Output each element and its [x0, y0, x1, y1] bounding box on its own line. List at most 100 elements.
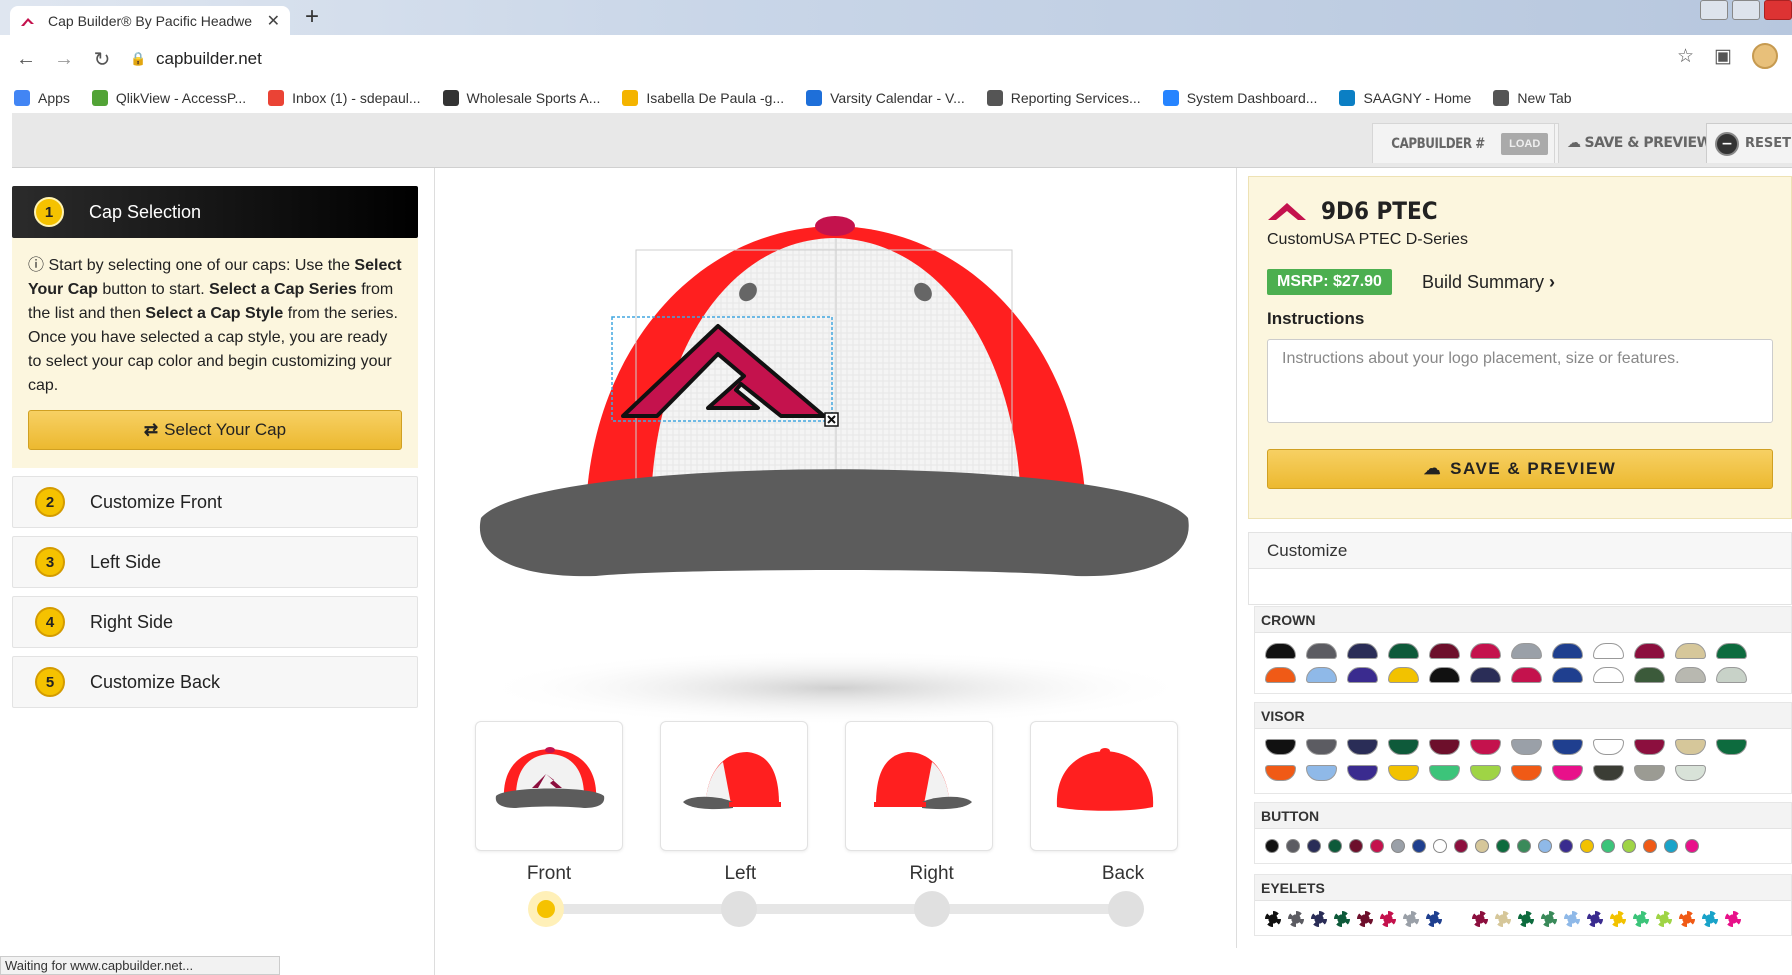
view-slider-stop-front[interactable]: [528, 891, 564, 927]
toolbar-save-preview-button[interactable]: ☁ SAVE & PREVIEW: [1554, 123, 1723, 163]
visor-color-swatch[interactable]: [1593, 739, 1624, 755]
eyelet-color-swatch[interactable]: [1472, 911, 1488, 927]
new-tab-icon[interactable]: +: [305, 3, 319, 31]
button-color-swatch[interactable]: [1412, 839, 1426, 853]
visor-color-swatch[interactable]: [1265, 739, 1296, 755]
crown-color-swatch[interactable]: [1552, 643, 1583, 659]
eyelet-color-swatch[interactable]: [1610, 911, 1626, 927]
bookmark-item[interactable]: Reporting Services...: [986, 90, 1141, 106]
crown-color-swatch[interactable]: [1511, 643, 1542, 659]
crown-color-swatch[interactable]: [1470, 643, 1501, 659]
visor-color-swatch[interactable]: [1593, 765, 1624, 781]
crown-color-swatch[interactable]: [1675, 643, 1706, 659]
crown-color-swatch[interactable]: [1388, 643, 1419, 659]
button-color-swatch[interactable]: [1286, 839, 1300, 853]
button-color-swatch[interactable]: [1601, 839, 1615, 853]
visor-color-swatch[interactable]: [1511, 765, 1542, 781]
visor-color-swatch[interactable]: [1470, 765, 1501, 781]
crown-color-swatch[interactable]: [1634, 643, 1665, 659]
eyelet-color-swatch[interactable]: [1679, 911, 1695, 927]
view-slider-stop-right[interactable]: [914, 891, 950, 927]
button-color-swatch[interactable]: [1391, 839, 1405, 853]
button-color-swatch[interactable]: [1643, 839, 1657, 853]
button-color-swatch[interactable]: [1622, 839, 1636, 853]
visor-color-swatch[interactable]: [1675, 739, 1706, 755]
view-slider-stop-left[interactable]: [721, 891, 757, 927]
eyelet-color-swatch[interactable]: [1541, 911, 1557, 927]
thumbnail-right[interactable]: [845, 721, 993, 851]
load-button[interactable]: LOAD: [1501, 132, 1549, 155]
visor-color-swatch[interactable]: [1552, 739, 1583, 755]
button-color-swatch[interactable]: [1454, 839, 1468, 853]
crown-color-swatch[interactable]: [1511, 667, 1542, 683]
build-summary-link[interactable]: Build Summary ›: [1422, 272, 1555, 293]
visor-color-swatch[interactable]: [1306, 739, 1337, 755]
crown-color-swatch[interactable]: [1716, 667, 1747, 683]
eyelet-color-swatch[interactable]: [1633, 911, 1649, 927]
crown-color-swatch[interactable]: [1347, 667, 1378, 683]
visor-color-swatch[interactable]: [1634, 765, 1665, 781]
visor-color-swatch[interactable]: [1552, 765, 1583, 781]
eyelet-color-swatch[interactable]: [1702, 911, 1718, 927]
visor-color-swatch[interactable]: [1429, 765, 1460, 781]
bookmark-item[interactable]: Varsity Calendar - V...: [806, 90, 965, 106]
bookmark-item[interactable]: Apps: [14, 90, 70, 106]
crown-color-swatch[interactable]: [1306, 643, 1337, 659]
crown-color-swatch[interactable]: [1388, 667, 1419, 683]
eyelet-color-swatch[interactable]: [1587, 911, 1603, 927]
visor-color-swatch[interactable]: [1347, 739, 1378, 755]
button-color-swatch[interactable]: [1538, 839, 1552, 853]
eyelet-color-swatch[interactable]: [1311, 911, 1327, 927]
view-slider-stop-back[interactable]: [1108, 891, 1144, 927]
visor-color-swatch[interactable]: [1470, 739, 1501, 755]
view-label-right[interactable]: Right: [858, 863, 1006, 885]
eyelet-color-swatch[interactable]: [1380, 911, 1396, 927]
visor-color-swatch[interactable]: [1511, 739, 1542, 755]
crown-color-swatch[interactable]: [1306, 667, 1337, 683]
bookmark-item[interactable]: New Tab: [1493, 90, 1572, 106]
eyelet-color-swatch[interactable]: [1265, 911, 1281, 927]
reset-button[interactable]: − RESET: [1706, 123, 1792, 163]
view-label-front[interactable]: Front: [475, 863, 623, 885]
crown-color-swatch[interactable]: [1429, 643, 1460, 659]
visor-color-swatch[interactable]: [1388, 739, 1419, 755]
step-cap-selection[interactable]: 1 Cap Selection: [12, 186, 418, 238]
eyelet-color-swatch[interactable]: [1518, 911, 1534, 927]
visor-color-swatch[interactable]: [1306, 765, 1337, 781]
crown-color-swatch[interactable]: [1634, 667, 1665, 683]
button-color-swatch[interactable]: [1433, 839, 1447, 853]
bookmark-item[interactable]: System Dashboard...: [1162, 90, 1317, 106]
url-field[interactable]: 🔒 capbuilder.net: [130, 43, 1630, 75]
save-preview-button[interactable]: ☁ SAVE & PREVIEW: [1267, 449, 1773, 489]
thumbnail-left[interactable]: [660, 721, 808, 851]
button-color-swatch[interactable]: [1496, 839, 1510, 853]
bookmark-item[interactable]: Wholesale Sports A...: [442, 90, 600, 106]
crown-color-swatch[interactable]: [1265, 643, 1296, 659]
button-color-swatch[interactable]: [1370, 839, 1384, 853]
visor-color-swatch[interactable]: [1716, 739, 1747, 755]
button-color-swatch[interactable]: [1475, 839, 1489, 853]
close-tab-icon[interactable]: ✕: [267, 11, 280, 31]
crown-color-swatch[interactable]: [1593, 643, 1624, 659]
button-color-swatch[interactable]: [1580, 839, 1594, 853]
crown-color-swatch[interactable]: [1675, 667, 1706, 683]
eyelet-color-swatch[interactable]: [1656, 911, 1672, 927]
step-customize-front[interactable]: 2 Customize Front: [12, 476, 418, 528]
crown-color-swatch[interactable]: [1470, 667, 1501, 683]
step-left-side[interactable]: 3 Left Side: [12, 536, 418, 588]
browser-tab[interactable]: Cap Builder® By Pacific Headwe ✕: [10, 6, 290, 35]
button-color-swatch[interactable]: [1559, 839, 1573, 853]
bookmark-star-icon[interactable]: ☆: [1677, 45, 1694, 68]
step-right-side[interactable]: 4 Right Side: [12, 596, 418, 648]
visor-color-swatch[interactable]: [1388, 765, 1419, 781]
eyelet-color-swatch[interactable]: [1495, 911, 1511, 927]
bookmark-item[interactable]: QlikView - AccessP...: [91, 90, 246, 106]
visor-color-swatch[interactable]: [1675, 765, 1706, 781]
eyelet-color-swatch[interactable]: [1426, 911, 1442, 927]
crown-color-swatch[interactable]: [1716, 643, 1747, 659]
maximize-icon[interactable]: [1732, 0, 1760, 20]
eyelet-color-swatch[interactable]: [1334, 911, 1350, 927]
capbuilder-number-label[interactable]: CAPBUILDER #: [1391, 136, 1485, 152]
button-color-swatch[interactable]: [1307, 839, 1321, 853]
visor-color-swatch[interactable]: [1347, 765, 1378, 781]
